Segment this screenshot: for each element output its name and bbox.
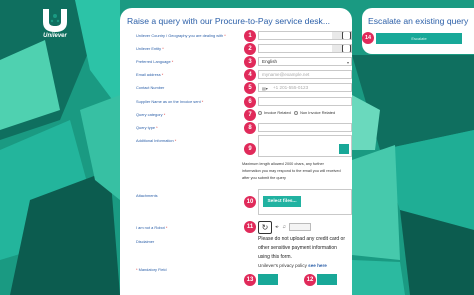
phone-placeholder: +1 201-555-0123 (273, 85, 309, 90)
field-row-email: Email address * 4 myname@example.net (136, 69, 352, 81)
step-badge: 3 (244, 56, 256, 68)
field-row-contact: Contact Number 5 ▤▾ +1 201-555-0123 (136, 82, 352, 94)
query-type-label: Query type * (136, 125, 158, 130)
chevron-down-icon: ▾ (346, 60, 349, 65)
country-select[interactable] (258, 31, 352, 40)
category-label: Query category * (136, 112, 166, 117)
field-row-country: Unilever Country / Geography you are dea… (136, 30, 352, 42)
speaker-icon[interactable]: ♫ (282, 224, 286, 230)
step-badge: 1 (244, 30, 256, 42)
phone-field[interactable]: ▤▾ +1 201-555-0123 (258, 83, 352, 92)
unilever-u-icon (43, 9, 67, 32)
escalate-button[interactable]: Escalate (376, 33, 462, 44)
additional-info-textarea[interactable] (258, 135, 352, 157)
country-label: Unilever Country / Geography you are dea… (136, 33, 226, 38)
bottom-actions: 13 12 (136, 274, 348, 288)
step-badge: 13 (244, 274, 256, 286)
step-badge: 12 (304, 274, 316, 286)
email-field[interactable]: myname@example.net (258, 70, 352, 79)
query-form-card: Raise a query with our Procure-to-Pay se… (120, 8, 352, 295)
unilever-logo: Unilever (40, 7, 70, 39)
contact-label: Contact Number (136, 85, 165, 90)
supplier-label: Supplier Name as on the Invoice sent * (136, 99, 204, 104)
language-value: English (262, 59, 278, 64)
privacy-text: Unilever's privacy policy see here (258, 263, 327, 268)
step-badge: 4 (244, 69, 256, 81)
query-type-select[interactable] (258, 123, 352, 132)
dropdown-arrow-icon (332, 32, 342, 39)
escalate-card: Escalate an existing query 14 Escalate (362, 8, 474, 54)
textarea-action-button[interactable] (339, 144, 349, 154)
attachment-dropzone[interactable]: Select files... (258, 189, 352, 215)
arrow-left-icon[interactable]: ◂· (275, 224, 279, 230)
step-badge: 7 (244, 109, 256, 121)
field-row-additional: Additional Information * 9 (136, 135, 352, 161)
submit-button[interactable] (317, 274, 337, 285)
attachments-label: Attachments (136, 193, 158, 198)
additional-info-label: Additional Information * (136, 138, 177, 143)
textarea-note: Maximum length allowed 2000 chars, any f… (242, 162, 341, 180)
select-toggle[interactable] (342, 32, 351, 39)
robot-label: I am not a Robot * (136, 225, 168, 230)
disclaimer-text: Please do not upload any credit card or … (258, 236, 345, 260)
refresh-icon[interactable]: ↻ (258, 220, 272, 234)
field-row-entity: Unilever Entity * 2 (136, 43, 352, 55)
step-badge: 5 (244, 82, 256, 94)
step-badge: 2 (244, 43, 256, 55)
field-row-category: Query category * 7 Invoice Related Non I… (136, 109, 348, 121)
us-flag-icon[interactable]: ▤▾ (262, 85, 268, 91)
field-row-captcha: I am not a Robot * 11 ↻ ◂· ♫ (136, 220, 348, 234)
step-badge: 6 (244, 96, 256, 108)
category-radio-group: Invoice Related Non Invoice Related (258, 110, 335, 115)
radio-label: Invoice Related (264, 110, 291, 115)
select-files-button[interactable]: Select files... (263, 196, 301, 207)
select-toggle[interactable] (342, 45, 351, 52)
language-select[interactable]: English ▾ (258, 57, 352, 66)
captcha-widget: ↻ ◂· ♫ (258, 220, 332, 234)
privacy-link[interactable]: see here (308, 263, 327, 268)
radio-invoice-related[interactable] (258, 110, 262, 115)
disclaimer-label: Disclaimer (136, 239, 155, 244)
logo-text: Unilever (43, 33, 67, 39)
language-label: Preferred Language * (136, 59, 174, 64)
entity-label: Unilever Entity * (136, 46, 164, 51)
privacy-row: * Mandatory Field Unilever's privacy pol… (136, 263, 348, 273)
mandatory-note: * Mandatory Field (136, 267, 167, 272)
step-badge: 8 (244, 122, 256, 134)
disclaimer-row: Disclaimer Please do not upload any cred… (136, 236, 348, 266)
radio-non-invoice-related[interactable] (294, 110, 299, 115)
supplier-name-input[interactable] (258, 97, 352, 106)
step-badge: 14 (362, 32, 374, 44)
step-badge: 9 (244, 143, 256, 155)
field-row-querytype: Query type * 8 (136, 122, 352, 134)
step-badge: 10 (244, 196, 256, 208)
escalate-title: Escalate an existing query (368, 16, 469, 26)
dropdown-arrow-icon (332, 45, 342, 52)
captcha-input[interactable] (288, 223, 311, 231)
step-badge: 11 (244, 221, 256, 233)
field-row-supplier: Supplier Name as on the Invoice sent * 6 (136, 96, 352, 108)
field-row-attachments: Attachments 10 Select files... (136, 189, 352, 217)
entity-select[interactable] (258, 44, 352, 53)
form-title: Raise a query with our Procure-to-Pay se… (127, 16, 330, 26)
field-row-language: Preferred Language * 3 English ▾ (136, 56, 352, 68)
email-label: Email address * (136, 72, 164, 77)
radio-label: Non Invoice Related (300, 110, 336, 115)
action-button-13[interactable] (258, 274, 278, 285)
